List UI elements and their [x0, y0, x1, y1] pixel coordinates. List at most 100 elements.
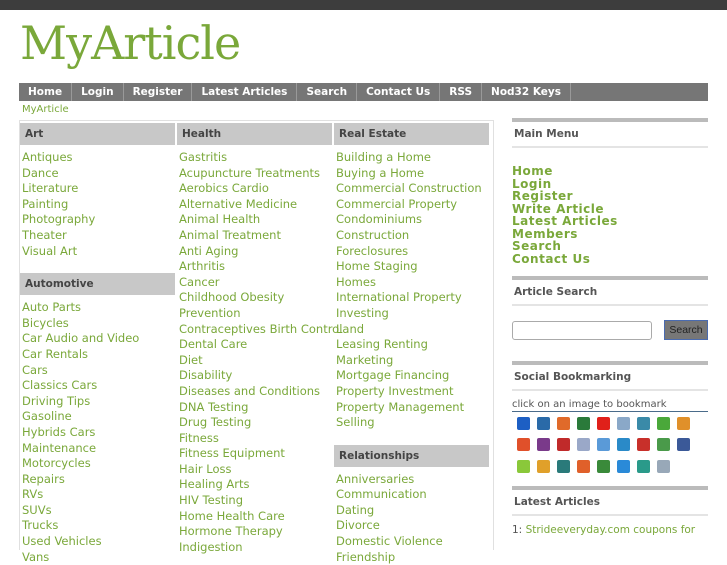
category-link[interactable]: HIV Testing [177, 493, 332, 509]
category-link[interactable]: Dating [334, 503, 489, 519]
bookmark-icon[interactable] [637, 417, 650, 430]
category-link[interactable]: Home Staging [334, 259, 489, 275]
category-link[interactable]: Alternative Medicine [177, 197, 332, 213]
category-link[interactable]: Aerobics Cardio [177, 181, 332, 197]
nav-contact-us[interactable]: Contact Us [357, 83, 441, 101]
category-link[interactable]: Animal Health [177, 212, 332, 228]
nav-nod32-keys[interactable]: Nod32 Keys [482, 83, 571, 101]
nav-rss[interactable]: RSS [440, 83, 483, 101]
category-link[interactable]: Home Health Care [177, 509, 332, 525]
site-logo[interactable]: MyArticle [20, 16, 241, 70]
bookmark-icon[interactable] [517, 459, 530, 473]
latest-article-link[interactable]: Strideeveryday.com coupons for [526, 524, 696, 536]
category-link[interactable]: Commercial Construction [334, 181, 489, 197]
category-link[interactable]: DNA Testing [177, 400, 332, 416]
category-link[interactable]: Childhood Obesity [177, 290, 332, 306]
breadcrumb[interactable]: MyArticle [22, 104, 69, 115]
bookmark-icon[interactable] [557, 417, 570, 430]
menu-latest-articles[interactable]: Latest Articles [512, 215, 708, 228]
bookmark-icon[interactable] [597, 417, 610, 430]
category-link[interactable]: Animal Treatment [177, 228, 332, 244]
category-link[interactable]: Diseases and Conditions [177, 384, 332, 400]
nav-search[interactable]: Search [297, 83, 358, 101]
category-link[interactable]: Indigestion [177, 540, 332, 556]
bookmark-icon[interactable] [597, 438, 610, 452]
category-link[interactable]: Cancer [177, 275, 332, 291]
category-link[interactable]: Healing Arts [177, 477, 332, 493]
category-link[interactable]: Cars [20, 363, 175, 379]
category-link[interactable]: Photography [20, 212, 175, 228]
category-link[interactable]: Homes [334, 275, 489, 291]
bookmark-icon[interactable] [597, 459, 610, 473]
category-link[interactable]: Communication [334, 487, 489, 503]
bookmark-icon[interactable] [557, 459, 570, 473]
bookmark-icon[interactable] [657, 459, 670, 473]
category-link[interactable]: Maintenance [20, 441, 175, 457]
menu-register[interactable]: Register [512, 190, 708, 203]
nav-login[interactable]: Login [72, 83, 124, 101]
category-link[interactable]: Theater [20, 228, 175, 244]
category-link[interactable]: Fitness Equipment [177, 446, 332, 462]
category-link[interactable]: Mortgage Financing [334, 368, 489, 384]
category-link[interactable]: Visual Art [20, 244, 175, 260]
category-link[interactable]: Diet [177, 353, 332, 369]
bookmark-icon[interactable] [657, 438, 670, 452]
category-link[interactable]: Driving Tips [20, 394, 175, 410]
category-link[interactable]: RVs [20, 487, 175, 503]
category-link[interactable]: Prevention [177, 306, 332, 322]
category-link[interactable]: Antiques [20, 150, 175, 166]
category-link[interactable]: Anti Aging [177, 244, 332, 260]
category-link[interactable]: International Property [334, 290, 489, 306]
category-link[interactable]: Painting [20, 197, 175, 213]
category-link[interactable]: Property Investment [334, 384, 489, 400]
category-link[interactable]: Hair Loss [177, 462, 332, 478]
category-link[interactable]: Car Rentals [20, 347, 175, 363]
bookmark-icon[interactable] [677, 438, 690, 452]
menu-contact-us[interactable]: Contact Us [512, 252, 708, 266]
category-link[interactable]: Domestic Violence [334, 534, 489, 550]
category-link[interactable]: Dental Care [177, 337, 332, 353]
nav-latest-articles[interactable]: Latest Articles [192, 83, 298, 101]
category-link[interactable]: SUVs [20, 503, 175, 519]
category-link[interactable]: Leasing Renting [334, 337, 489, 353]
bookmark-icon[interactable] [617, 438, 630, 452]
category-link[interactable]: Vans [20, 550, 175, 565]
bookmark-icon[interactable] [617, 459, 630, 473]
search-button[interactable]: Search [664, 320, 708, 340]
bookmark-icon[interactable] [537, 438, 550, 452]
nav-register[interactable]: Register [124, 83, 193, 101]
category-link[interactable]: Contraceptives Birth Control [177, 322, 342, 338]
category-link[interactable]: Foreclosures [334, 244, 489, 260]
bookmark-icon[interactable] [637, 459, 650, 473]
category-link[interactable]: Fitness [177, 431, 332, 447]
category-link[interactable]: Acupuncture Treatments [177, 166, 332, 182]
category-link[interactable]: Used Vehicles [20, 534, 175, 550]
category-link[interactable]: Car Audio and Video [20, 331, 175, 347]
bookmark-icon[interactable] [677, 417, 690, 430]
bookmark-icon[interactable] [657, 417, 670, 430]
category-link[interactable]: Selling [334, 415, 489, 431]
category-link[interactable]: Gastritis [177, 150, 332, 166]
category-link[interactable]: Hybrids Cars [20, 425, 175, 441]
bookmark-icon[interactable] [637, 438, 650, 452]
bookmark-icon[interactable] [537, 459, 550, 473]
category-link[interactable]: Building a Home [334, 150, 489, 166]
category-link[interactable]: Construction [334, 228, 489, 244]
menu-search[interactable]: Search [512, 240, 708, 253]
category-link[interactable]: Hormone Therapy [177, 524, 332, 540]
bookmark-icon[interactable] [517, 417, 530, 430]
category-link[interactable]: Trucks [20, 518, 175, 534]
category-link[interactable]: Marketing [334, 353, 489, 369]
category-link[interactable]: Literature [20, 181, 175, 197]
bookmark-icon[interactable] [577, 438, 590, 452]
search-input[interactable] [512, 321, 652, 340]
category-link[interactable]: Investing [334, 306, 489, 322]
category-link[interactable]: Dance [20, 166, 175, 182]
category-link[interactable]: Drug Testing [177, 415, 332, 431]
bookmark-icon[interactable] [617, 417, 630, 430]
category-link[interactable]: Gasoline [20, 409, 175, 425]
category-link[interactable]: Divorce [334, 518, 489, 534]
category-link[interactable]: Motorcycles [20, 456, 175, 472]
category-link[interactable]: Arthritis [177, 259, 332, 275]
bookmark-icon[interactable] [577, 459, 590, 473]
